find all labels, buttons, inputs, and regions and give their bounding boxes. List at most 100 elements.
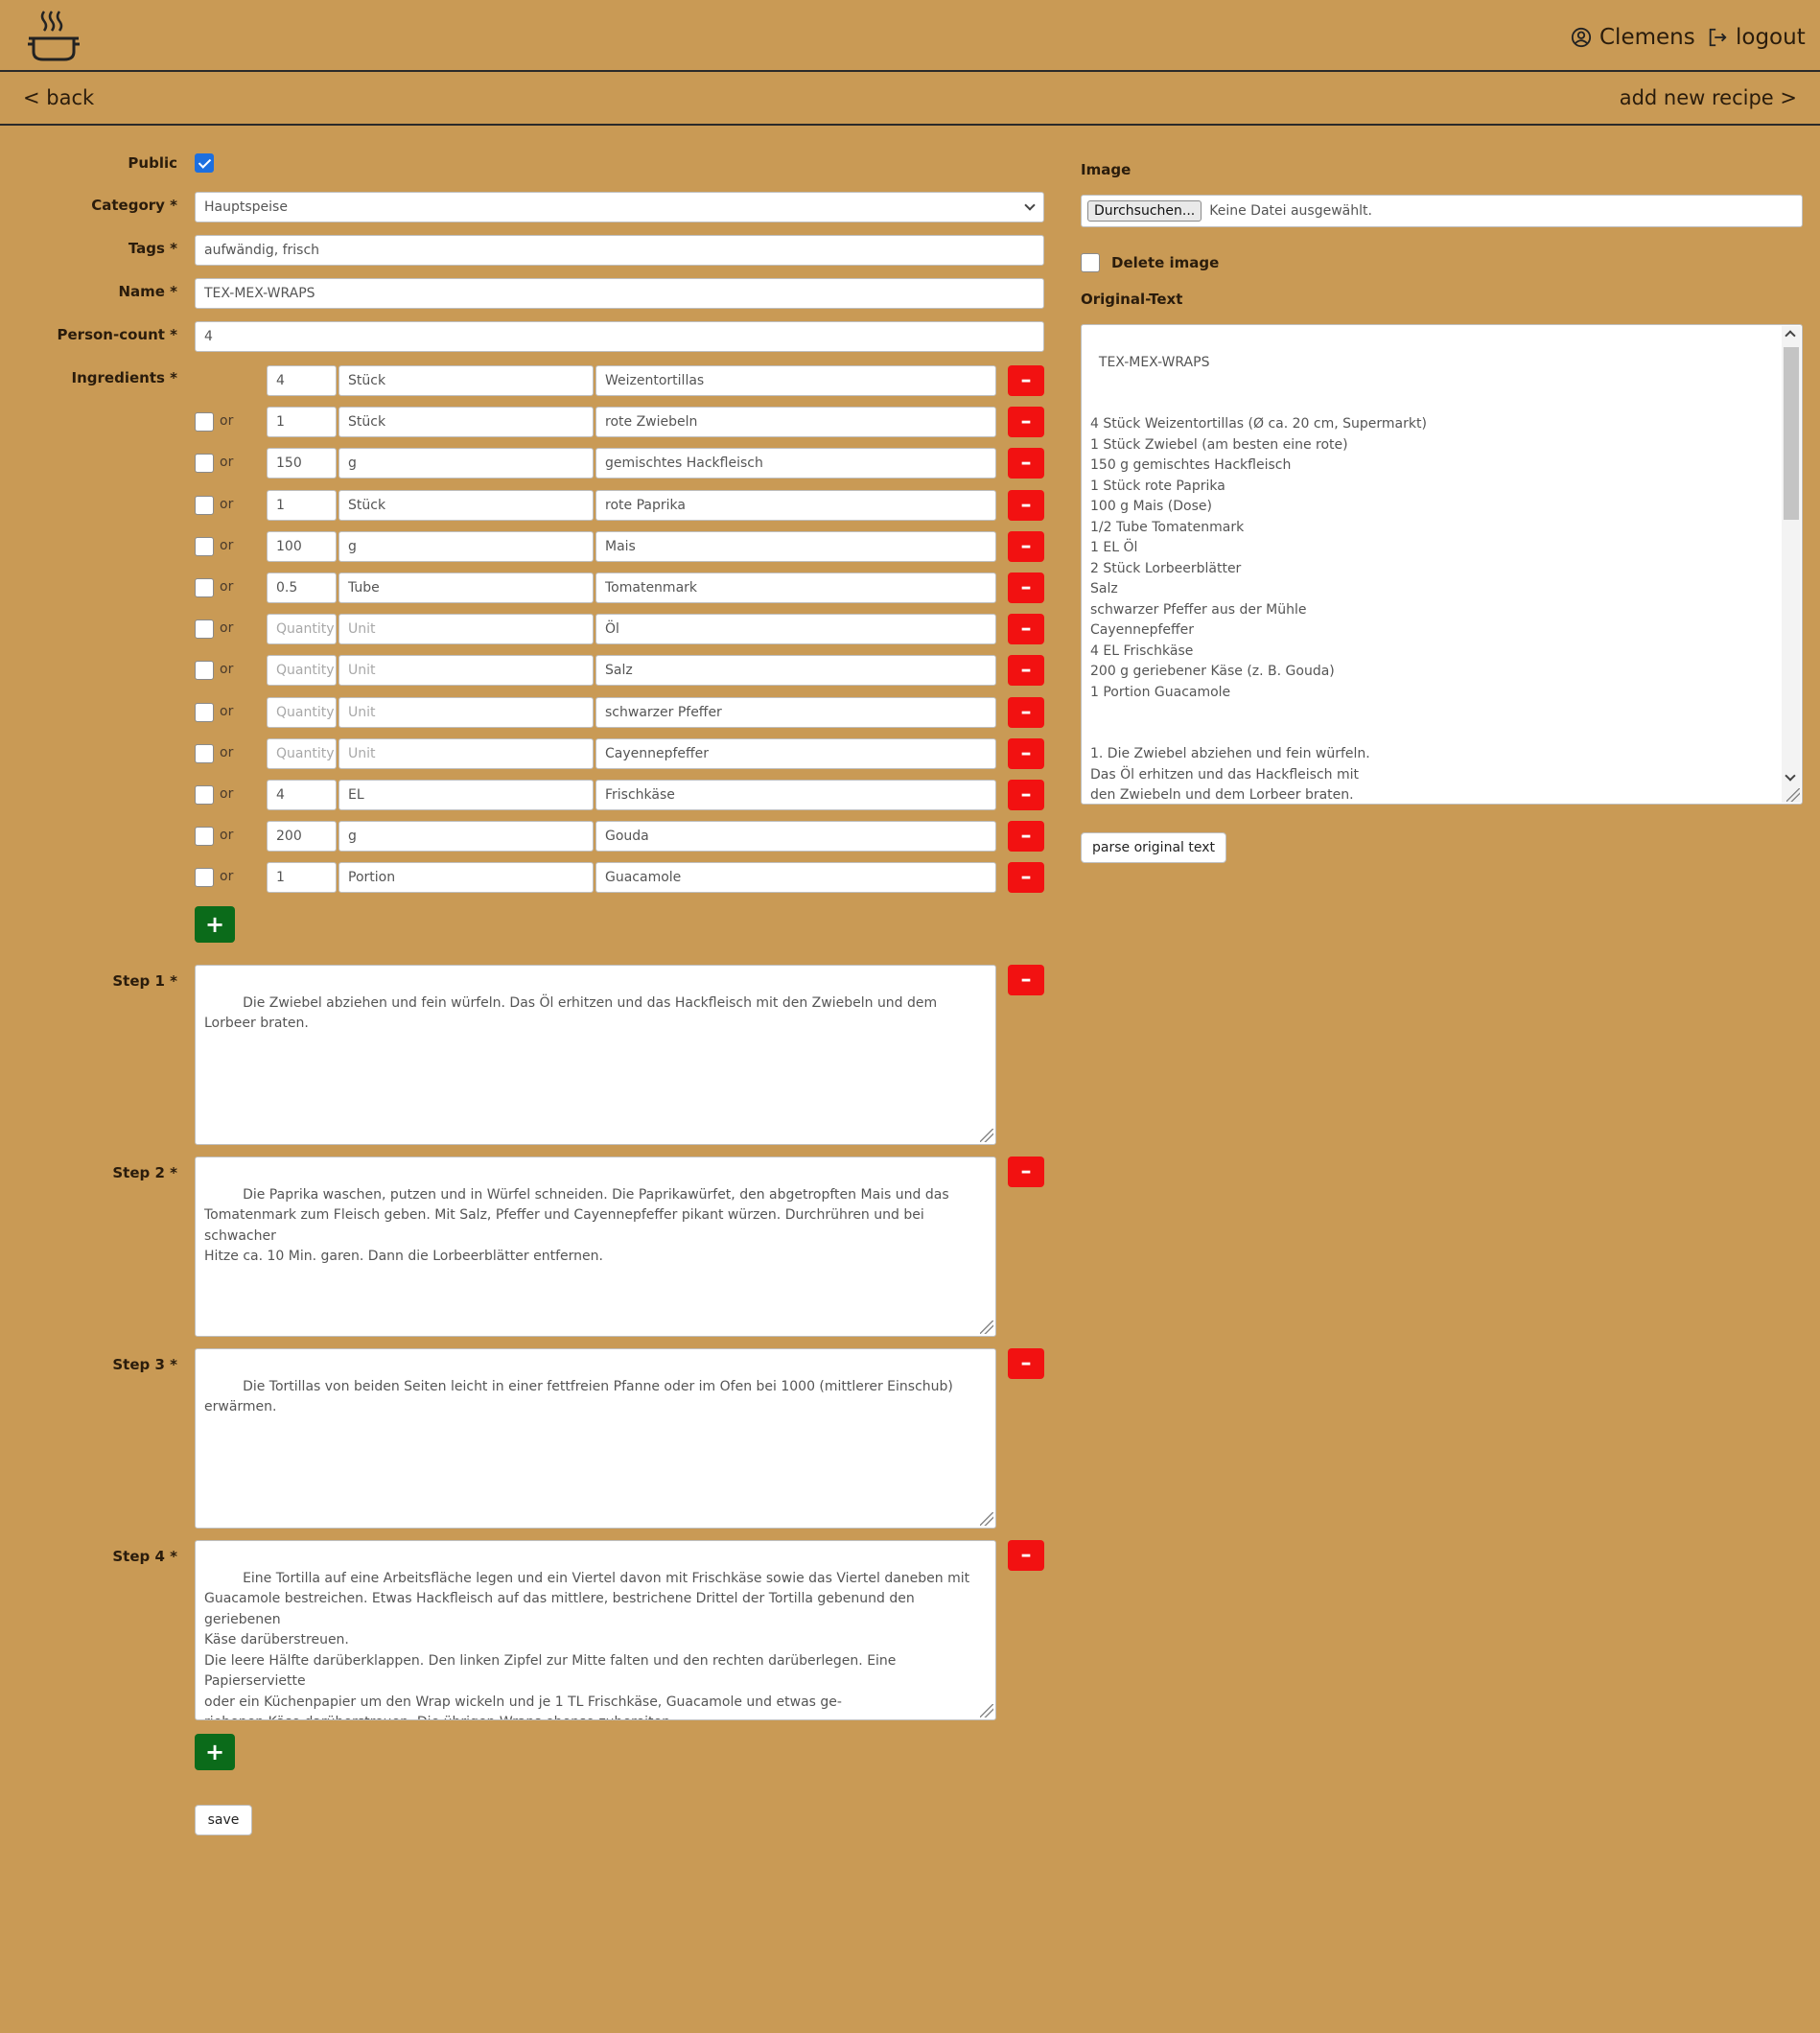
ingredient-name-input[interactable]: rote Paprika — [595, 490, 996, 521]
remove-ingredient-button[interactable]: – — [1008, 655, 1044, 686]
category-select[interactable]: Hauptspeise — [195, 192, 1044, 222]
ingredient-name-input[interactable]: Frischkäse — [595, 780, 996, 810]
add-new-recipe-link[interactable]: add new recipe > — [1620, 86, 1797, 109]
step-textarea[interactable]: Die Zwiebel abziehen und fein würfeln. D… — [195, 965, 996, 1145]
ingredient-name-input[interactable]: rote Zwiebeln — [595, 407, 996, 437]
add-step-button[interactable]: + — [195, 1734, 235, 1770]
resize-handle-icon[interactable] — [980, 1320, 993, 1334]
resize-handle-icon[interactable] — [980, 1512, 993, 1526]
ingredient-or-checkbox[interactable] — [195, 537, 214, 556]
ingredient-name-input[interactable]: Gouda — [595, 821, 996, 852]
image-file-input[interactable]: Durchsuchen... Keine Datei ausgewählt. — [1081, 195, 1803, 227]
remove-ingredient-button[interactable]: – — [1008, 531, 1044, 562]
parse-original-text-button[interactable]: parse original text — [1081, 832, 1226, 863]
ingredient-name-input[interactable]: Cayennepfeffer — [595, 738, 996, 769]
ingredient-name-input[interactable]: Salz — [595, 655, 996, 686]
remove-ingredient-button[interactable]: – — [1008, 407, 1044, 437]
add-ingredient-button[interactable]: + — [195, 906, 235, 943]
remove-ingredient-button[interactable]: – — [1008, 862, 1044, 893]
ingredient-unit-input[interactable]: Tube — [338, 573, 594, 603]
ingredient-quantity-input[interactable]: Quantity — [267, 655, 337, 686]
ingredient-name-input[interactable]: Weizentortillas — [595, 365, 996, 396]
ingredient-unit-input[interactable]: EL — [338, 780, 594, 810]
ingredient-quantity-input[interactable]: Quantity — [267, 738, 337, 769]
scrollbar-thumb[interactable] — [1784, 347, 1799, 520]
remove-ingredient-button[interactable]: – — [1008, 614, 1044, 644]
remove-step-button[interactable]: – — [1008, 1157, 1044, 1187]
ingredient-unit-input[interactable]: Stück — [338, 490, 594, 521]
ingredient-unit-input[interactable]: Unit — [338, 738, 594, 769]
ingredient-or-checkbox[interactable] — [195, 785, 214, 805]
ingredient-quantity-input[interactable]: 4 — [267, 780, 337, 810]
ingredient-unit-input[interactable]: g — [338, 821, 594, 852]
ingredient-or-checkbox[interactable] — [195, 868, 214, 887]
remove-ingredient-button[interactable]: – — [1008, 448, 1044, 479]
ingredient-name-input[interactable]: Guacamole — [595, 862, 996, 893]
ingredient-quantity-input[interactable]: Quantity — [267, 697, 337, 728]
ingredient-or-checkbox[interactable] — [195, 827, 214, 846]
ingredient-or-checkbox[interactable] — [195, 578, 214, 597]
remove-ingredient-button[interactable]: – — [1008, 738, 1044, 769]
ingredient-unit-input[interactable]: g — [338, 531, 594, 562]
user-profile-link[interactable]: Clemens — [1571, 25, 1695, 50]
cooking-pot-icon[interactable] — [25, 8, 82, 65]
ingredient-quantity-input[interactable]: 1 — [267, 407, 337, 437]
ingredient-quantity-input[interactable]: 1 — [267, 490, 337, 521]
ingredient-or-checkbox[interactable] — [195, 619, 214, 639]
original-text-area[interactable]: TEX-MEX-WRAPS 4 Stück Weizentortillas (Ø… — [1081, 324, 1803, 805]
ingredient-unit-input[interactable]: g — [338, 448, 594, 479]
remove-step-button[interactable]: – — [1008, 1540, 1044, 1571]
ingredient-unit-input[interactable]: Portion — [338, 862, 594, 893]
ingredient-unit-input[interactable]: Unit — [338, 697, 594, 728]
scroll-down-icon[interactable] — [1785, 770, 1796, 782]
remove-ingredient-button[interactable]: – — [1008, 490, 1044, 521]
ingredient-unit-input[interactable]: Unit — [338, 614, 594, 644]
person-count-input[interactable]: 4 — [195, 321, 1044, 352]
ingredient-unit-input[interactable]: Stück — [338, 365, 594, 396]
step-textarea[interactable]: Eine Tortilla auf eine Arbeitsfläche leg… — [195, 1540, 996, 1720]
resize-handle-icon[interactable] — [980, 1129, 993, 1142]
ingredient-quantity-input[interactable]: Quantity — [267, 614, 337, 644]
ingredient-name-input[interactable]: Tomatenmark — [595, 573, 996, 603]
resize-handle-icon[interactable] — [980, 1704, 993, 1718]
ingredient-quantity-input[interactable]: 4 — [267, 365, 337, 396]
remove-ingredient-button[interactable]: – — [1008, 365, 1044, 396]
ingredient-or-checkbox[interactable] — [195, 454, 214, 473]
name-input[interactable]: TEX-MEX-WRAPS — [195, 278, 1044, 309]
minus-icon: – — [1020, 575, 1032, 599]
ingredient-or-checkbox[interactable] — [195, 661, 214, 680]
ingredient-or-checkbox[interactable] — [195, 744, 214, 763]
scrollbar[interactable] — [1782, 326, 1801, 803]
ingredient-unit-input[interactable]: Stück — [338, 407, 594, 437]
ingredient-name-input[interactable]: Mais — [595, 531, 996, 562]
ingredient-name-input[interactable]: Öl — [595, 614, 996, 644]
remove-ingredient-button[interactable]: – — [1008, 821, 1044, 852]
resize-handle-icon[interactable] — [1786, 788, 1800, 802]
remove-ingredient-button[interactable]: – — [1008, 573, 1044, 603]
step-textarea[interactable]: Die Tortillas von beiden Seiten leicht i… — [195, 1348, 996, 1529]
back-link[interactable]: < back — [23, 86, 94, 109]
ingredient-quantity-input[interactable]: 100 — [267, 531, 337, 562]
step-textarea[interactable]: Die Paprika waschen, putzen und in Würfe… — [195, 1157, 996, 1337]
remove-ingredient-button[interactable]: – — [1008, 697, 1044, 728]
remove-ingredient-button[interactable]: – — [1008, 780, 1044, 810]
ingredient-name-input[interactable]: schwarzer Pfeffer — [595, 697, 996, 728]
browse-button[interactable]: Durchsuchen... — [1087, 200, 1202, 222]
remove-step-button[interactable]: – — [1008, 965, 1044, 995]
ingredient-or-checkbox[interactable] — [195, 496, 214, 515]
ingredient-or-checkbox[interactable] — [195, 703, 214, 722]
ingredient-name-input[interactable]: gemischtes Hackfleisch — [595, 448, 996, 479]
ingredient-quantity-input[interactable]: 1 — [267, 862, 337, 893]
public-checkbox[interactable] — [195, 153, 214, 173]
ingredient-quantity-input[interactable]: 0.5 — [267, 573, 337, 603]
ingredient-quantity-input[interactable]: 150 — [267, 448, 337, 479]
tags-input[interactable]: aufwändig, frisch — [195, 235, 1044, 266]
delete-image-checkbox[interactable] — [1081, 253, 1100, 272]
scroll-up-icon[interactable] — [1785, 330, 1796, 341]
ingredient-unit-input[interactable]: Unit — [338, 655, 594, 686]
remove-step-button[interactable]: – — [1008, 1348, 1044, 1379]
logout-link[interactable]: logout — [1707, 25, 1806, 50]
ingredient-quantity-input[interactable]: 200 — [267, 821, 337, 852]
save-button[interactable]: save — [195, 1805, 252, 1835]
ingredient-or-checkbox[interactable] — [195, 412, 214, 432]
